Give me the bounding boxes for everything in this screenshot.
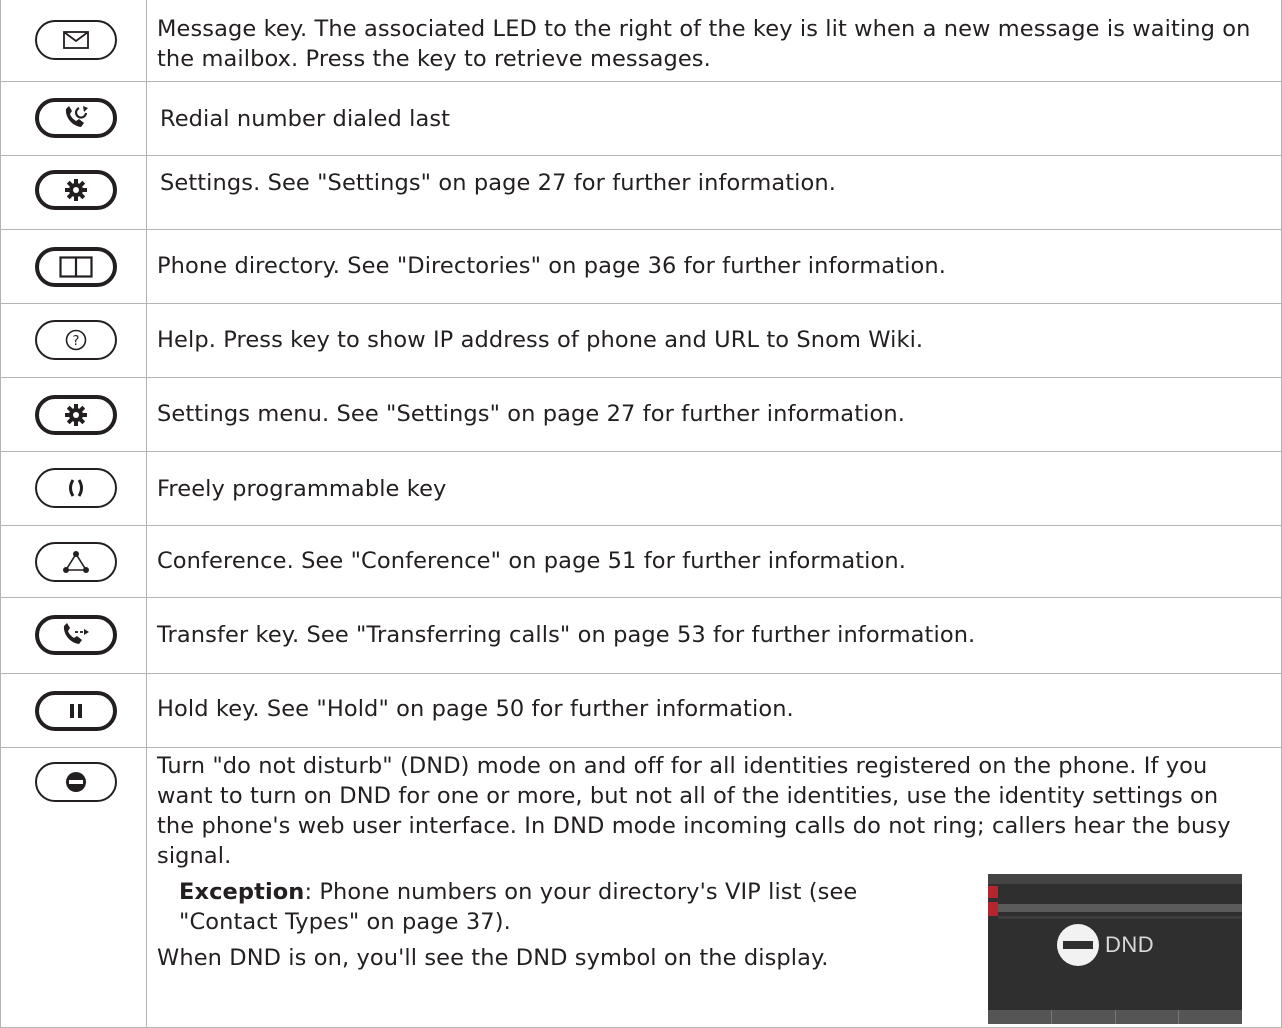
gear-icon [65,178,87,201]
help-question-icon: ? [65,329,87,350]
table-row-settings-menu-key: Settings menu. See "Settings" on page 27… [0,376,1282,452]
table-row-help-key: ? Help. Press key to show IP address of … [0,302,1282,378]
redial-phone-icon [65,105,88,127]
table-row-redial-key: Redial number dialed last [0,80,1282,156]
book-icon [59,255,93,278]
redial-key-button [35,97,117,138]
dnd-symbol-icon [1057,924,1099,966]
hold-key-description: Hold key. See "Hold" on page 50 for furt… [157,695,794,722]
transfer-key-description: Transfer key. See "Transferring calls" o… [157,621,976,648]
settings-menu-key-description: Settings menu. See "Settings" on page 27… [157,400,905,427]
settings-menu-key-button [35,394,117,435]
gear-icon [65,403,87,426]
redial-key-description: Redial number dialed last [160,105,451,132]
table-row-transfer-key: Transfer key. See "Transferring calls" o… [0,596,1282,674]
settings-key-button [35,169,117,210]
message-key-description: Message key. The associated LED to the r… [157,16,1251,72]
table-row-hold-key: Hold key. See "Hold" on page 50 for furt… [0,672,1282,748]
message-key-button [35,20,117,60]
pause-icon [70,703,82,718]
dnd-exception-label: Exception [179,878,305,905]
dnd-exception: Exception: Phone numbers on your directo… [157,877,899,937]
dnd-screen-label: DND [1105,932,1155,957]
table-row-conference-key: Conference. See "Conference" on page 51 … [0,524,1282,598]
softkey-bar [988,1010,1242,1024]
programmable-key-button [35,467,117,508]
dnd-display-screenshot: DND [988,874,1242,1024]
programmable-key-description: Freely programmable key [157,475,447,502]
directory-key-description: Phone directory. See "Directories" on pa… [157,252,946,279]
programmable-key-icon [69,478,83,497]
conference-key-button [35,541,117,582]
hold-key-button [35,690,117,731]
transfer-key-button [35,614,117,655]
envelope-icon [63,31,89,49]
conference-triangle-icon [63,550,89,573]
dnd-key-button [35,761,117,802]
directory-key-button [35,246,117,287]
settings-key-description: Settings. See "Settings" on page 27 for … [160,169,837,196]
table-row-directory-key: Phone directory. See "Directories" on pa… [0,228,1282,304]
transfer-phone-icon [63,622,89,644]
dnd-key-description: Turn "do not disturb" (DND) mode on and … [157,752,1231,869]
table-row-message-key: Message key. The associated LED to the r… [0,0,1282,82]
table-row-programmable-key: Freely programmable key [0,450,1282,526]
dnd-minus-icon [66,771,86,792]
table-row-settings-key: Settings. See "Settings" on page 27 for … [0,154,1282,230]
svg-text:?: ? [73,334,80,349]
conference-key-description: Conference. See "Conference" on page 51 … [157,547,906,574]
help-key-button: ? [35,319,117,360]
help-key-description: Help. Press key to show IP address of ph… [157,326,924,353]
